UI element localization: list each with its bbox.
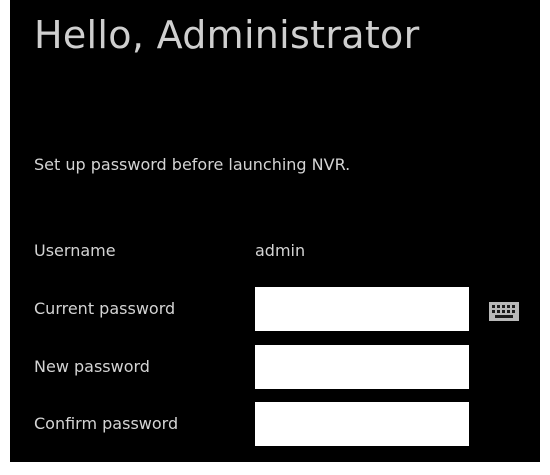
new-password-input[interactable] — [255, 345, 469, 389]
password-setup-panel: Hello, Administrator Set up password bef… — [10, 0, 540, 462]
confirm-password-input[interactable] — [255, 402, 469, 446]
confirm-password-label: Confirm password — [34, 414, 179, 433]
username-label: Username — [34, 241, 116, 260]
new-password-label: New password — [34, 357, 150, 376]
current-password-label: Current password — [34, 299, 176, 318]
username-value: admin — [255, 241, 306, 260]
current-password-input[interactable] — [255, 287, 469, 331]
page-title: Hello, Administrator — [34, 13, 420, 57]
keyboard-icon[interactable] — [487, 298, 521, 324]
setup-instruction: Set up password before launching NVR. — [34, 155, 351, 174]
